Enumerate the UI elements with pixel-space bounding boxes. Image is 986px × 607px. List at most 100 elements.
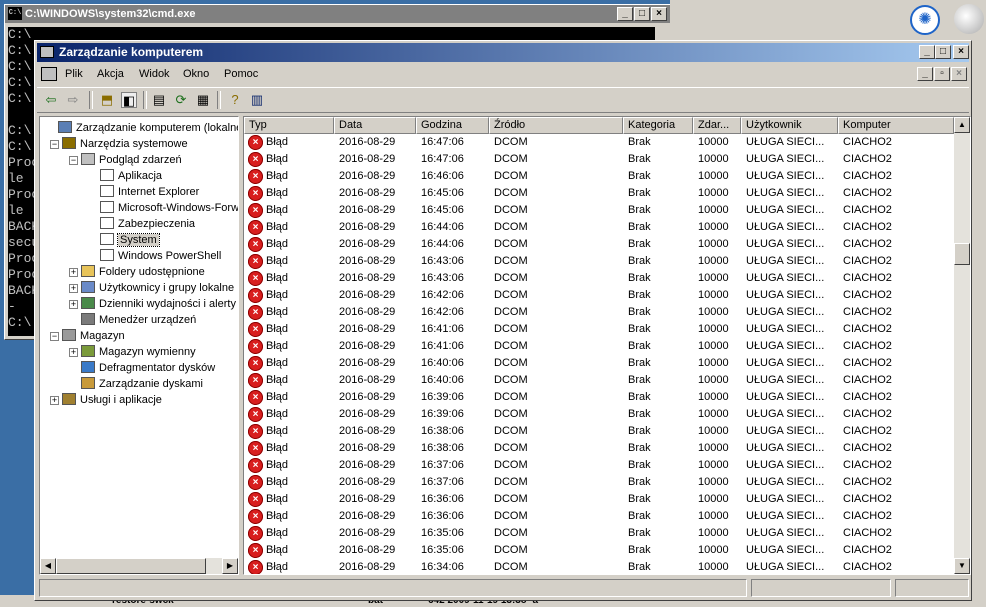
table-row[interactable]: × Błąd 2016-08-29 16:34:06 DCOM Brak 10000 UŁUG… [244, 559, 954, 574]
column-header[interactable]: Użytkownik [741, 117, 838, 134]
tree-node[interactable]: Podgląd zdarzeń [81, 152, 182, 168]
titlebar[interactable]: Zarządzanie komputerem _ □ × [37, 43, 969, 62]
expand-toggle[interactable]: + [69, 268, 78, 277]
table-cell: 10000 [698, 459, 729, 471]
tree-node[interactable]: Użytkownicy i grupy lokalne [81, 280, 234, 296]
table-row[interactable]: × Błąd 2016-08-29 16:37:06 DCOM Brak 10000 UŁUG… [244, 474, 954, 491]
tree-node[interactable]: Dzienniki wydajności i alerty [81, 296, 236, 312]
table-row[interactable]: × Błąd 2016-08-29 16:41:06 DCOM Brak 10000 UŁUG… [244, 338, 954, 355]
menu-pomoc[interactable]: Pomoc [224, 68, 258, 80]
table-row[interactable]: × Błąd 2016-08-29 16:43:06 DCOM Brak 10000 UŁUG… [244, 253, 954, 270]
child-restore-button[interactable]: ▫ [934, 67, 950, 81]
table-row[interactable]: × Błąd 2016-08-29 16:44:06 DCOM Brak 10000 UŁUG… [244, 219, 954, 236]
cmd-titlebar[interactable]: C:\ C:\WINDOWS\system32\cmd.exe _ □ × [5, 5, 671, 23]
show-hide-tree-icon[interactable]: ◧ [121, 92, 137, 108]
column-header[interactable]: Źródło [489, 117, 623, 134]
cmd-minimize-button[interactable]: _ [617, 7, 633, 21]
column-header[interactable]: Zdar... [693, 117, 741, 134]
table-row[interactable]: × Błąd 2016-08-29 16:38:06 DCOM Brak 10000 UŁUG… [244, 440, 954, 457]
tree-node[interactable]: Windows PowerShell [100, 248, 221, 264]
scroll-right-arrow[interactable]: ▶ [222, 558, 238, 574]
table-row[interactable]: × Błąd 2016-08-29 16:41:06 DCOM Brak 10000 UŁUG… [244, 321, 954, 338]
collapse-toggle[interactable]: − [69, 156, 78, 165]
table-row[interactable]: × Błąd 2016-08-29 16:47:06 DCOM Brak 10000 UŁUG… [244, 134, 954, 151]
tree-node[interactable]: Menedżer urządzeń [81, 312, 196, 328]
export-list-icon[interactable]: ▦ [195, 92, 211, 108]
scroll-thumb[interactable] [56, 558, 206, 574]
help-icon[interactable]: ? [227, 92, 243, 108]
minimize-button[interactable]: _ [919, 45, 935, 59]
table-row[interactable]: × Błąd 2016-08-29 16:46:06 DCOM Brak 10000 UŁUG… [244, 168, 954, 185]
table-row[interactable]: × Błąd 2016-08-29 16:47:06 DCOM Brak 10000 UŁUG… [244, 151, 954, 168]
table-row[interactable]: × Błąd 2016-08-29 16:40:06 DCOM Brak 10000 UŁUG… [244, 355, 954, 372]
menu-widok[interactable]: Widok [139, 68, 170, 80]
tree-node[interactable]: Zarządzanie komputerem (lokalne) [58, 120, 238, 136]
table-row[interactable]: × Błąd 2016-08-29 16:42:06 DCOM Brak 10000 UŁUG… [244, 287, 954, 304]
table-row[interactable]: × Błąd 2016-08-29 16:36:06 DCOM Brak 10000 UŁUG… [244, 491, 954, 508]
maximize-button[interactable]: □ [935, 45, 951, 59]
expand-toggle[interactable]: + [69, 284, 78, 293]
table-row[interactable]: × Błąd 2016-08-29 16:37:06 DCOM Brak 10000 UŁUG… [244, 457, 954, 474]
close-button[interactable]: × [953, 45, 969, 59]
child-minimize-button[interactable]: _ [917, 67, 933, 81]
table-row[interactable]: × Błąd 2016-08-29 16:44:06 DCOM Brak 10000 UŁUG… [244, 236, 954, 253]
column-header[interactable]: Kategoria [623, 117, 693, 134]
table-row[interactable]: × Błąd 2016-08-29 16:36:06 DCOM Brak 10000 UŁUG… [244, 508, 954, 525]
table-row[interactable]: × Błąd 2016-08-29 16:40:06 DCOM Brak 10000 UŁUG… [244, 372, 954, 389]
table-row[interactable]: × Błąd 2016-08-29 16:39:06 DCOM Brak 10000 UŁUG… [244, 406, 954, 423]
list-vertical-scrollbar[interactable]: ▲ ▼ [954, 117, 970, 574]
computer-management-window[interactable]: Zarządzanie komputerem _ □ × Plik Akcja … [34, 40, 972, 601]
scroll-left-arrow[interactable]: ◀ [40, 558, 56, 574]
properties-icon[interactable]: ▤ [151, 92, 167, 108]
console-tree[interactable]: ◀ ▶ Zarządzanie komputerem (lokalne) − Nar… [39, 116, 239, 575]
description-bar-icon[interactable]: ▥ [249, 92, 265, 108]
tree-node[interactable]: Aplikacja [100, 168, 162, 184]
column-header[interactable]: Komputer [838, 117, 954, 134]
event-list[interactable]: ▲ ▼ Typ Data Godzina Źródło Kategoria Zdar...… [243, 116, 971, 575]
collapse-toggle[interactable]: − [50, 332, 59, 341]
tree-node[interactable]: Internet Explorer [100, 184, 199, 200]
scroll-thumb[interactable] [954, 243, 970, 265]
menu-okno[interactable]: Okno [183, 68, 209, 80]
expand-toggle[interactable]: + [69, 300, 78, 309]
column-header[interactable]: Data [334, 117, 416, 134]
tree-node[interactable]: Magazyn [62, 328, 125, 344]
collapse-toggle[interactable]: − [50, 140, 59, 149]
cmd-maximize-button[interactable]: □ [634, 7, 650, 21]
up-folder-icon[interactable]: ⬒ [99, 92, 115, 108]
tree-node[interactable]: Magazyn wymienny [81, 344, 196, 360]
tree-node[interactable]: Defragmentator dysków [81, 360, 215, 376]
globe-icon[interactable] [954, 4, 984, 34]
table-row[interactable]: × Błąd 2016-08-29 16:43:06 DCOM Brak 10000 UŁUG… [244, 270, 954, 287]
child-close-button[interactable]: × [951, 67, 967, 81]
back-arrow-icon[interactable]: ⇦ [43, 92, 59, 108]
table-row[interactable]: × Błąd 2016-08-29 16:45:06 DCOM Brak 10000 UŁUG… [244, 185, 954, 202]
column-header[interactable]: Godzina [416, 117, 489, 134]
scroll-up-arrow[interactable]: ▲ [954, 117, 970, 133]
tree-node[interactable]: Zarządzanie dyskami [81, 376, 203, 392]
tree-node[interactable]: System [100, 232, 160, 248]
table-row[interactable]: × Błąd 2016-08-29 16:35:06 DCOM Brak 10000 UŁUG… [244, 525, 954, 542]
table-row[interactable]: × Błąd 2016-08-29 16:35:06 DCOM Brak 10000 UŁUG… [244, 542, 954, 559]
tree-horizontal-scrollbar[interactable]: ◀ ▶ [40, 558, 238, 574]
tree-node[interactable]: Usługi i aplikacje [62, 392, 162, 408]
table-row[interactable]: × Błąd 2016-08-29 16:42:06 DCOM Brak 10000 UŁUG… [244, 304, 954, 321]
forward-arrow-icon[interactable]: ⇨ [65, 92, 81, 108]
menu-akcja[interactable]: Akcja [97, 68, 124, 80]
table-row[interactable]: × Błąd 2016-08-29 16:38:06 DCOM Brak 10000 UŁUG… [244, 423, 954, 440]
scroll-down-arrow[interactable]: ▼ [954, 558, 970, 574]
table-row[interactable]: × Błąd 2016-08-29 16:45:06 DCOM Brak 10000 UŁUG… [244, 202, 954, 219]
cmd-close-button[interactable]: × [651, 7, 667, 21]
document-icon[interactable] [41, 67, 57, 81]
expand-toggle[interactable]: + [69, 348, 78, 357]
refresh-icon[interactable]: ⟳ [173, 92, 189, 108]
tree-node[interactable]: Narzędzia systemowe [62, 136, 188, 152]
tree-node[interactable]: Microsoft-Windows-Forw [100, 200, 238, 216]
expand-toggle[interactable]: + [50, 396, 59, 405]
tree-node[interactable]: Zabezpieczenia [100, 216, 195, 232]
tree-node[interactable]: Foldery udostępnione [81, 264, 205, 280]
column-header[interactable]: Typ [244, 117, 334, 134]
menu-plik[interactable]: Plik [65, 68, 83, 80]
table-row[interactable]: × Błąd 2016-08-29 16:39:06 DCOM Brak 10000 UŁUG… [244, 389, 954, 406]
loading-icon[interactable]: ✺ [910, 5, 940, 35]
